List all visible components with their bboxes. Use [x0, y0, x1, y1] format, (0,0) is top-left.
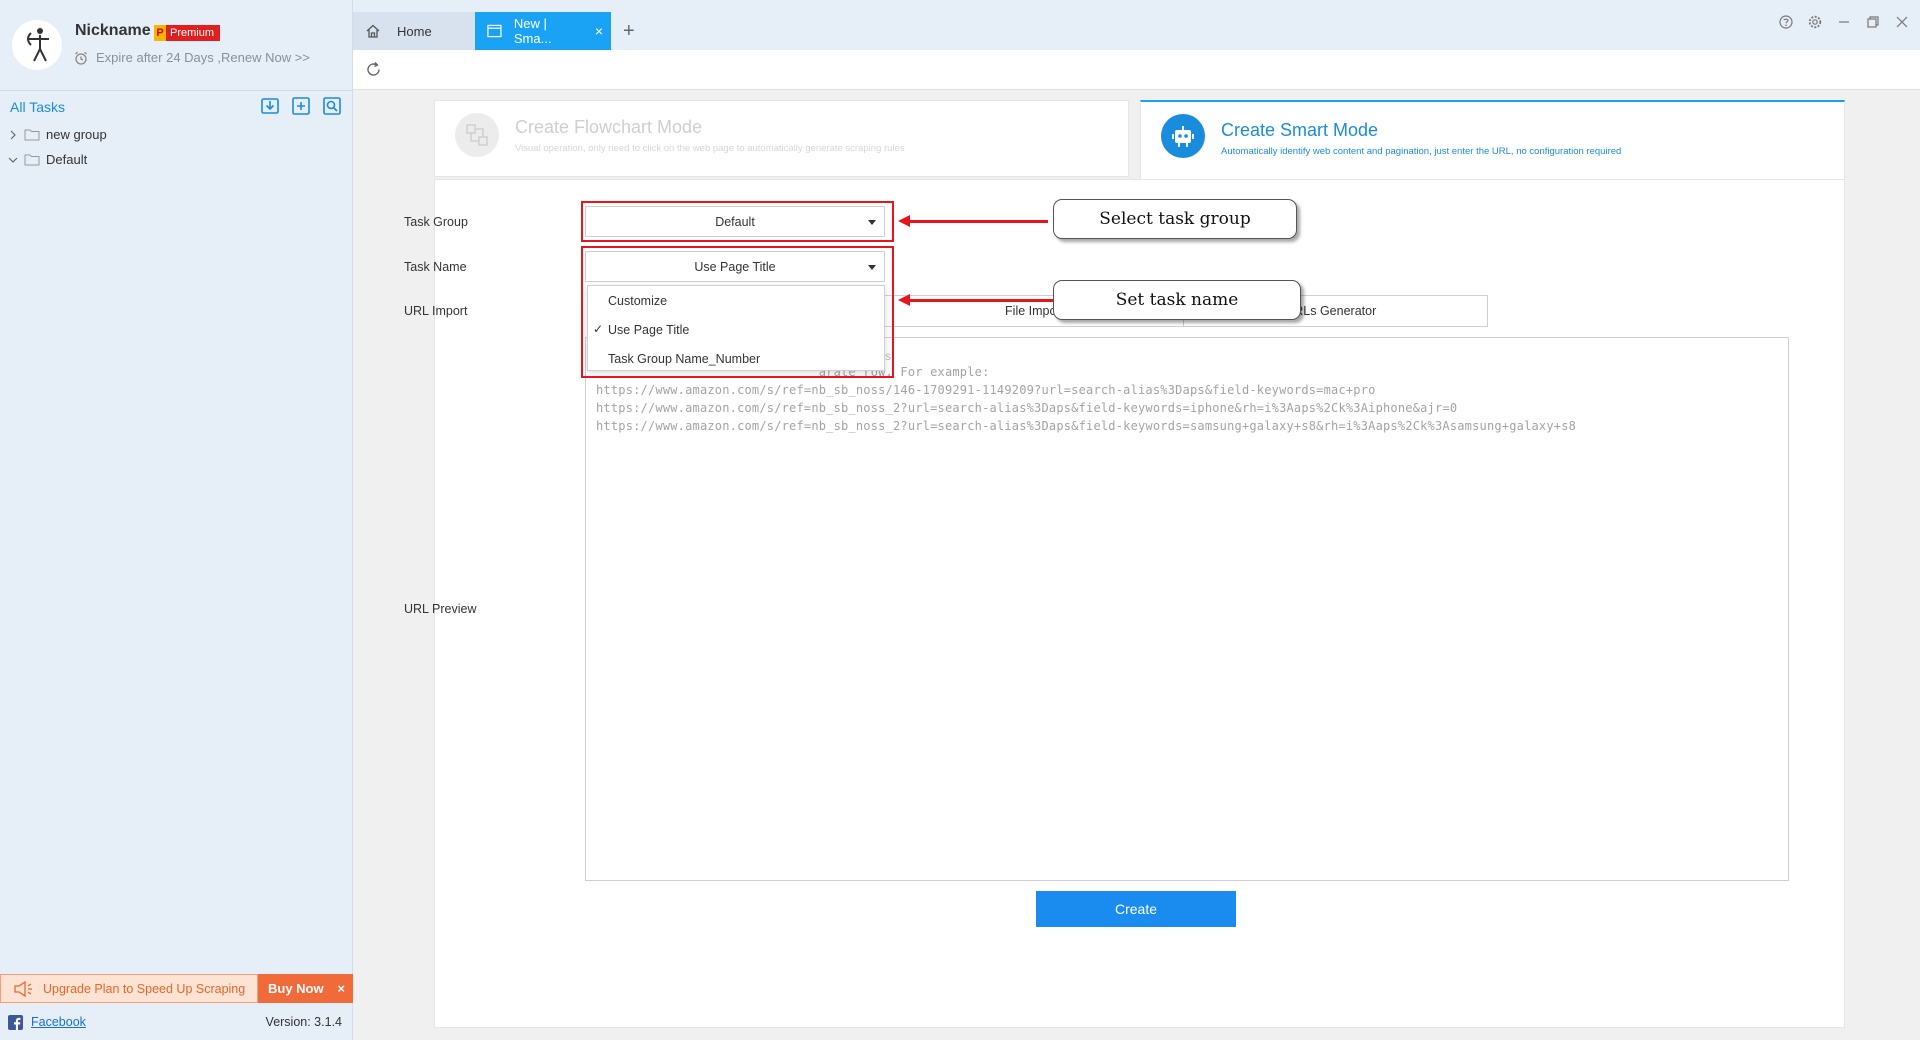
buy-now-label: Buy Now — [268, 981, 324, 996]
tree-item-label: new group — [46, 127, 107, 142]
all-tasks-link[interactable]: All Tasks — [10, 99, 65, 115]
facebook-icon — [8, 1014, 23, 1030]
archer-logo-icon — [27, 28, 49, 62]
smart-mode-desc: Automatically identify web content and p… — [1221, 146, 1622, 157]
chevron-down-icon[interactable] — [8, 155, 18, 165]
tree-item-new-group[interactable]: new group — [0, 122, 352, 147]
textarea-line: https://www.amazon.com/s/ref=nb_sb_noss_… — [596, 401, 1458, 415]
home-icon — [366, 24, 380, 38]
tab-new-label: New | Sma... — [513, 16, 552, 46]
task-toolbar — [260, 96, 342, 116]
window-icon — [487, 24, 502, 38]
task-group-label: Task Group — [404, 215, 468, 229]
url-preview-label: URL Preview — [404, 602, 477, 616]
expire-renew-link[interactable]: Expire after 24 Days ,Renew Now >> — [74, 50, 310, 65]
address-bar — [353, 50, 1920, 90]
callout-set-task-name: Set task name — [1053, 280, 1301, 320]
facebook-link[interactable]: Facebook — [8, 1014, 86, 1030]
tab-bar: Home New | Sma... × + — [353, 0, 1920, 50]
flowchart-mode-title: Create Flowchart Mode — [515, 117, 703, 137]
add-tab-icon[interactable]: + — [623, 20, 635, 43]
nickname: Nickname — [75, 22, 151, 39]
alarm-clock-icon — [75, 51, 87, 65]
megaphone-icon — [14, 980, 32, 997]
chevron-right-icon[interactable] — [8, 130, 18, 140]
folder-icon — [24, 129, 40, 141]
premium-badge-letter: P — [154, 25, 166, 41]
flowchart-mode-desc: Visual operation, only need to click on … — [515, 143, 905, 154]
upgrade-banner: Upgrade Plan to Speed Up Scraping Buy No… — [0, 974, 353, 1003]
upgrade-text: Upgrade Plan to Speed Up Scraping — [43, 981, 246, 996]
tab-home-label: Home — [397, 23, 432, 39]
window-controls — [1778, 14, 1910, 30]
expire-text: Expire after 24 Days ,Renew Now >> — [96, 50, 310, 65]
task-tree: new group Default — [0, 122, 352, 172]
robot-icon — [1161, 114, 1205, 158]
tab-home[interactable]: Home — [353, 12, 475, 50]
facebook-label: Facebook — [31, 1015, 86, 1029]
flowchart-icon — [455, 113, 499, 157]
new-task-icon[interactable] — [291, 96, 311, 116]
search-task-icon[interactable] — [322, 96, 342, 116]
profile-panel: Nickname P Premium Expire after 24 Days … — [0, 0, 352, 90]
import-task-icon[interactable] — [260, 96, 280, 116]
highlight-task-name — [581, 246, 894, 378]
sidebar-footer: Facebook Version: 3.1.4 — [0, 1008, 352, 1036]
textarea-line: https://www.amazon.com/s/ref=nb_sb_noss/… — [596, 383, 1376, 397]
textarea-line: https://www.amazon.com/s/ref=nb_sb_noss_… — [596, 419, 1577, 433]
help-icon[interactable] — [1778, 14, 1794, 30]
tab-new-smart[interactable]: New | Sma... × — [475, 12, 611, 50]
highlight-task-group — [581, 201, 894, 242]
sidebar: Nickname P Premium Expire after 24 Days … — [0, 0, 353, 1040]
callout-arrow-task-name — [898, 294, 1058, 306]
tab-close-icon[interactable]: × — [595, 23, 603, 39]
folder-icon — [24, 154, 40, 166]
callout-arrow-task-group — [898, 215, 1048, 227]
buy-now-button[interactable]: Buy Now × — [258, 974, 353, 1003]
all-tasks-bar: All Tasks — [0, 90, 352, 120]
version-text: Version: 3.1.4 — [265, 1015, 342, 1029]
refresh-icon[interactable] — [365, 61, 382, 81]
smart-mode-title: Create Smart Mode — [1221, 120, 1379, 140]
callout-select-task-group: Select task group — [1053, 199, 1297, 239]
url-import-label: URL Import — [404, 304, 468, 318]
restore-icon[interactable] — [1865, 14, 1881, 30]
upgrade-message[interactable]: Upgrade Plan to Speed Up Scraping — [0, 974, 258, 1003]
avatar[interactable] — [12, 20, 62, 70]
tree-item-label: Default — [46, 152, 88, 167]
tree-item-default[interactable]: Default — [0, 147, 352, 172]
close-window-icon[interactable] — [1894, 14, 1910, 30]
settings-gear-icon[interactable] — [1807, 14, 1823, 30]
flowchart-mode-card[interactable]: Create Flowchart Mode Visual operation, … — [434, 100, 1129, 177]
premium-badge: P Premium — [154, 25, 221, 41]
premium-badge-text: Premium — [166, 25, 221, 41]
create-button[interactable]: Create — [1036, 891, 1236, 927]
smart-mode-card[interactable]: Create Smart Mode Automatically identify… — [1140, 100, 1845, 188]
close-icon[interactable]: × — [337, 981, 345, 996]
url-input-textarea[interactable]: arate row, For example: https://www.amazo… — [585, 337, 1789, 881]
task-name-label: Task Name — [404, 260, 467, 274]
minimize-icon[interactable] — [1836, 14, 1852, 30]
